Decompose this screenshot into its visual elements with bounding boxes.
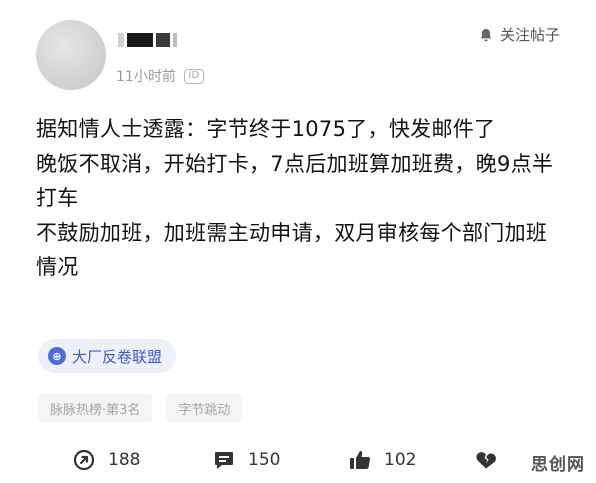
tag-list: 脉脉热榜·第3名 字节跳动 [38,394,243,422]
topic-label: 大厂反卷联盟 [72,347,163,366]
site-watermark: 思创网 [528,450,588,475]
comment-count: 150 [248,450,281,470]
dislike-button[interactable] [474,448,510,472]
avatar[interactable] [36,20,106,90]
comment-button[interactable]: 150 [212,448,280,472]
topic-icon: ⊕ [48,347,66,365]
topic-chip[interactable]: ⊕ 大厂反卷联盟 [38,339,177,373]
username-redacted[interactable] [118,32,180,48]
content-line: 据知情人士透露：字节终于1075了，快发邮件了 [36,117,496,141]
post-content: 据知情人士透露：字节终于1075了，快发邮件了 晚饭不取消，开始打卡，7点后加班… [36,112,564,285]
like-button[interactable]: 102 [348,448,416,472]
comment-icon [215,452,233,469]
share-count: 188 [108,450,141,470]
tag-company[interactable]: 字节跳动 [166,394,243,422]
bell-icon [480,28,492,41]
thumbs-up-icon [350,451,371,470]
follow-post-label: 关注帖子 [499,26,560,44]
post-card: 11小时前 ID 关注帖子 据知情人士透露：字节终于1075了，快发邮件了 晚饭… [0,0,596,483]
share-icon [73,449,95,471]
action-bar: 188 150 102 [0,444,596,480]
content-line: 晚饭不取消，开始打卡，7点后加班算加班费，晚9点半打车 [36,151,554,211]
tag-hot-rank[interactable]: 脉脉热榜·第3名 [38,394,153,422]
post-meta: 11小时前 ID [116,66,204,86]
post-time: 11小时前 [116,69,176,85]
content-line: 不鼓励加班，加班需主动申请，双月审核每个部门加班情况 [36,220,548,280]
share-button[interactable]: 188 [72,448,140,472]
id-badge: ID [183,68,204,84]
broken-heart-icon [476,452,496,469]
follow-post-button[interactable]: 关注帖子 [478,24,560,45]
like-count: 102 [384,450,417,470]
